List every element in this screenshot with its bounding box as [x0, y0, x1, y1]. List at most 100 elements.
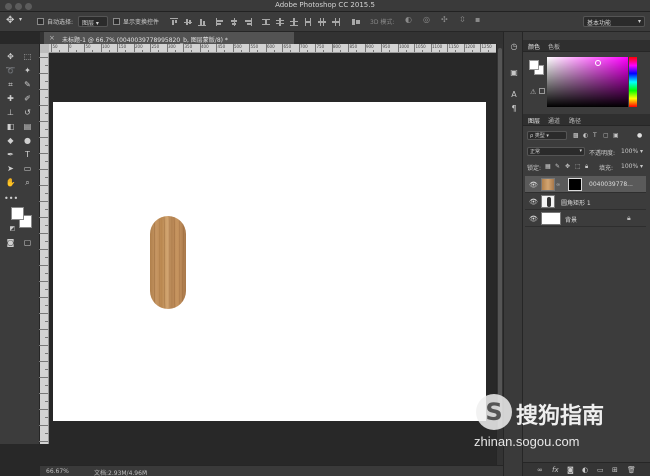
tab-swatches[interactable]: 色板 — [548, 42, 560, 51]
gradient-tool-icon[interactable]: ▤ — [21, 120, 34, 133]
properties-panel-icon[interactable]: ▣ — [509, 68, 519, 78]
align-bottom-icon[interactable] — [198, 18, 206, 26]
web-safe-color-icon[interactable] — [539, 88, 545, 94]
distribute-bottom-icon[interactable] — [290, 18, 298, 26]
3d-pan-icon[interactable]: ✣ — [441, 15, 448, 24]
filter-smart-object-icon[interactable]: ▣ — [613, 132, 619, 139]
distribute-right-icon[interactable] — [332, 18, 340, 26]
layer-row[interactable]: 👁︎ ∞ 0040039778... — [525, 176, 646, 193]
distribute-left-icon[interactable] — [304, 18, 312, 26]
auto-select-checkbox[interactable] — [37, 18, 44, 25]
lock-all-icon[interactable]: 🔒︎ — [585, 163, 588, 171]
document-canvas[interactable] — [53, 102, 486, 421]
layer-mask-thumbnail[interactable] — [568, 178, 582, 191]
lock-position-icon[interactable]: ✥ — [565, 163, 570, 170]
opacity-chevron-icon[interactable]: ▾ — [640, 148, 643, 155]
clone-stamp-tool-icon[interactable]: ⊥ — [4, 106, 17, 119]
distribute-top-icon[interactable] — [262, 18, 270, 26]
mask-link-icon[interactable]: ∞ — [556, 182, 560, 188]
lock-artboard-icon[interactable]: ⬚ — [575, 163, 581, 170]
opacity-value[interactable]: 100% — [621, 148, 638, 155]
tab-channels[interactable]: 通道 — [548, 116, 560, 125]
distribute-vertical-center-icon[interactable] — [276, 18, 284, 26]
quick-mask-icon[interactable]: ◙ — [4, 236, 17, 249]
brush-tool-icon[interactable]: ✐ — [21, 92, 34, 105]
lock-image-pixels-icon[interactable]: ✎ — [555, 163, 560, 170]
ruler-origin[interactable] — [40, 44, 49, 53]
pen-tool-icon[interactable]: ✒ — [4, 148, 17, 161]
scrollbar-thumb[interactable] — [498, 48, 502, 428]
background-layer-thumbnail[interactable] — [541, 212, 561, 225]
3d-orbit-icon[interactable]: ◐ — [405, 15, 412, 24]
lock-icon[interactable]: 🔒︎ — [627, 214, 631, 223]
history-brush-tool-icon[interactable]: ↺ — [21, 106, 34, 119]
magic-wand-tool-icon[interactable]: ✦ — [21, 64, 34, 77]
status-menu-chevron-icon[interactable]: › — [144, 468, 146, 475]
visibility-eye-icon[interactable]: 👁︎ — [529, 215, 538, 223]
color-panel-foreground-swatch[interactable] — [529, 60, 539, 70]
link-layers-icon[interactable]: ∞ — [537, 466, 543, 474]
zoom-level[interactable]: 66.67% — [46, 468, 69, 475]
history-panel-icon[interactable]: ◷ — [509, 42, 519, 52]
new-layer-icon[interactable]: ⊞ — [612, 466, 618, 474]
3d-slide-icon[interactable]: ⇳ — [459, 15, 466, 24]
saturation-brightness-field[interactable] — [547, 57, 628, 107]
rectangle-tool-icon[interactable]: ▭ — [21, 162, 34, 175]
align-top-icon[interactable] — [170, 18, 178, 26]
3d-roll-icon[interactable]: ◎ — [423, 15, 430, 24]
distribute-horizontal-center-icon[interactable] — [318, 18, 326, 26]
new-group-icon[interactable]: ▭ — [597, 466, 604, 474]
filter-pixel-icon[interactable]: ▩ — [573, 132, 579, 139]
edit-toolbar-icon[interactable]: ••• — [4, 192, 18, 205]
tool-preset-chevron-icon[interactable]: ▾ — [19, 16, 22, 23]
path-selection-tool-icon[interactable]: ➤ — [4, 162, 17, 175]
close-icon[interactable]: × — [49, 34, 55, 42]
blend-mode-dropdown[interactable]: 正常 ▾ — [527, 147, 585, 156]
layer-thumbnail[interactable] — [541, 178, 555, 191]
visibility-eye-icon[interactable]: 👁︎ — [529, 181, 538, 189]
tab-layers[interactable]: 图层 — [528, 116, 540, 125]
filter-shape-icon[interactable]: ▢ — [603, 132, 609, 139]
paragraph-panel-icon[interactable]: ¶ — [509, 104, 519, 114]
dodge-tool-icon[interactable]: ● — [21, 134, 34, 147]
hue-slider[interactable] — [629, 57, 637, 107]
move-tool-icon[interactable]: ✥ — [6, 15, 14, 26]
layer-row[interactable]: 👁︎ 圆角矩形 1 — [525, 193, 646, 210]
3d-scale-icon[interactable]: ▪ — [475, 15, 480, 24]
type-tool-icon[interactable]: T — [21, 148, 34, 161]
lock-transparent-pixels-icon[interactable]: ▦ — [545, 163, 551, 170]
delete-layer-icon[interactable]: 🗑︎ — [627, 466, 636, 474]
layer-style-fx-button[interactable]: fx — [552, 466, 559, 474]
eraser-tool-icon[interactable]: ◧ — [4, 120, 17, 133]
add-mask-icon[interactable]: ◙ — [567, 466, 574, 474]
fill-chevron-icon[interactable]: ▾ — [640, 163, 643, 170]
workspace-dropdown[interactable]: 基本功能 ▾ — [583, 16, 645, 27]
out-of-gamut-warning-icon[interactable]: ⚠ — [530, 88, 536, 96]
healing-brush-tool-icon[interactable]: ✚ — [4, 92, 17, 105]
shape-layer-thumbnail[interactable] — [541, 195, 555, 208]
lasso-tool-icon[interactable]: ➰ — [4, 64, 17, 77]
screen-mode-icon[interactable]: ▢ — [21, 236, 34, 249]
align-right-icon[interactable] — [244, 18, 252, 26]
marquee-tool-icon[interactable]: ⬚ — [21, 50, 34, 63]
zoom-tool-icon[interactable]: ⌕ — [21, 176, 34, 189]
document-tab[interactable]: × 未标题-1 @ 66.7% (0040039778995820_b, 图层蒙… — [44, 32, 294, 44]
filter-adjustment-icon[interactable]: ◐ — [583, 132, 588, 139]
eyedropper-tool-icon[interactable]: ✎ — [21, 78, 34, 91]
hand-tool-icon[interactable]: ✋ — [4, 176, 17, 189]
visibility-eye-icon[interactable]: 👁︎ — [529, 198, 538, 206]
foreground-color-swatch[interactable] — [11, 207, 24, 220]
crop-tool-icon[interactable]: ⌗ — [4, 78, 17, 91]
align-horizontal-center-icon[interactable] — [230, 18, 238, 26]
align-vertical-center-icon[interactable] — [184, 18, 192, 26]
move-tool-icon[interactable]: ✥ — [4, 50, 17, 63]
align-left-icon[interactable] — [216, 18, 224, 26]
filter-toggle-icon[interactable]: ● — [637, 132, 642, 139]
layer-row[interactable]: 👁︎ 背景 🔒︎ — [525, 210, 646, 227]
layer-filter-kind-dropdown[interactable]: ρ 类型 ▾ — [527, 131, 567, 140]
tab-color[interactable]: 颜色 — [528, 42, 540, 51]
vertical-ruler[interactable] — [39, 53, 49, 444]
tab-paths[interactable]: 路径 — [569, 116, 581, 125]
blur-tool-icon[interactable]: ◆ — [4, 134, 17, 147]
auto-align-layers-icon[interactable] — [352, 18, 360, 26]
